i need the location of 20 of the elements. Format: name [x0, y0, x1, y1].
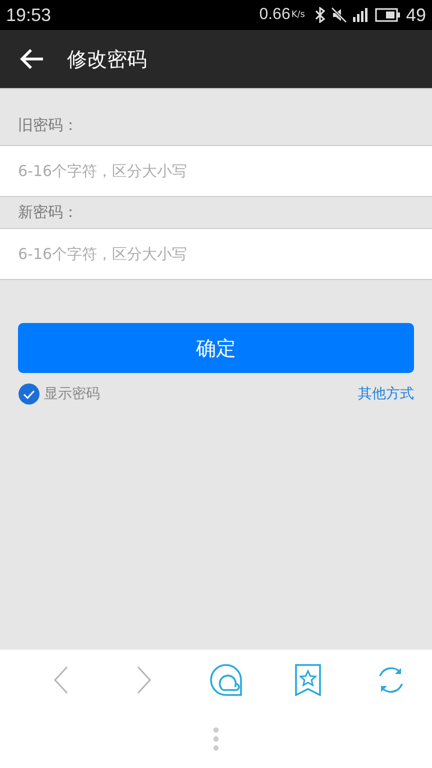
checkbox-label: 显示密码 [44, 385, 100, 403]
bluetooth-icon [314, 7, 326, 23]
field-label: 新密码： [18, 203, 78, 222]
page-title: 修改密码 [67, 46, 147, 72]
bookmark-star-icon[interactable] [295, 664, 322, 696]
checkbox[interactable] [18, 383, 40, 405]
signal-icon [352, 7, 370, 23]
speed-unit: K/s [291, 10, 305, 20]
password-field[interactable]: 6-16个字符，区分大小写 [0, 228, 432, 280]
other-methods-link[interactable]: 其他方式 [358, 385, 414, 403]
clock: 19:53 [6, 4, 52, 26]
cloud-icon[interactable] [209, 663, 244, 697]
battery-level: 49 [406, 4, 426, 26]
more-icon[interactable] [213, 727, 219, 751]
battery-icon [374, 8, 401, 22]
confirm-button[interactable]: 确定 [18, 323, 414, 373]
password-field[interactable]: 6-16个字符，区分大小写 [0, 145, 432, 197]
mute-icon [330, 7, 347, 23]
field-label: 旧密码： [18, 116, 78, 135]
network-speed: 0.66 [259, 6, 290, 24]
